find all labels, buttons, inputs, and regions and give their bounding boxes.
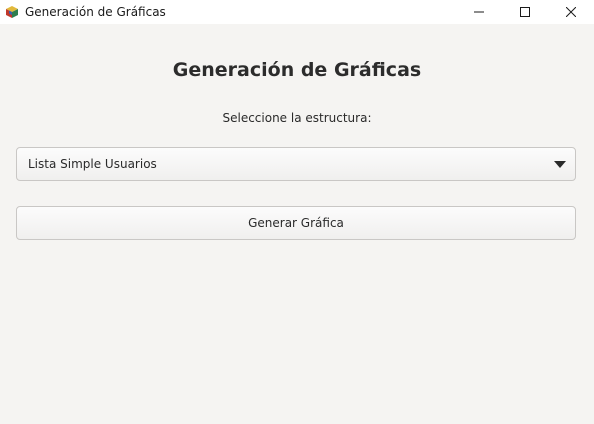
close-button[interactable] <box>548 0 594 24</box>
window-controls <box>456 0 594 24</box>
generate-chart-button[interactable]: Generar Gráfica <box>16 206 576 240</box>
minimize-icon <box>474 7 484 17</box>
window-title: Generación de Gráficas <box>25 5 166 19</box>
caret-down-icon[interactable] <box>545 147 575 181</box>
minimize-button[interactable] <box>456 0 502 24</box>
page-title: Generación de Gráficas <box>172 59 422 81</box>
main-panel: Generación de Gráficas Seleccione la est… <box>0 24 594 424</box>
structure-select[interactable]: Lista Simple Usuarios <box>16 147 576 181</box>
colorful-cube-icon <box>5 5 19 19</box>
maximize-button[interactable] <box>502 0 548 24</box>
structure-prompt-label: Seleccione la estructura: <box>222 111 372 125</box>
close-icon <box>566 7 576 17</box>
structure-select-value: Lista Simple Usuarios <box>28 157 157 171</box>
maximize-icon <box>520 7 530 17</box>
title-bar: Generación de Gráficas <box>0 0 594 24</box>
